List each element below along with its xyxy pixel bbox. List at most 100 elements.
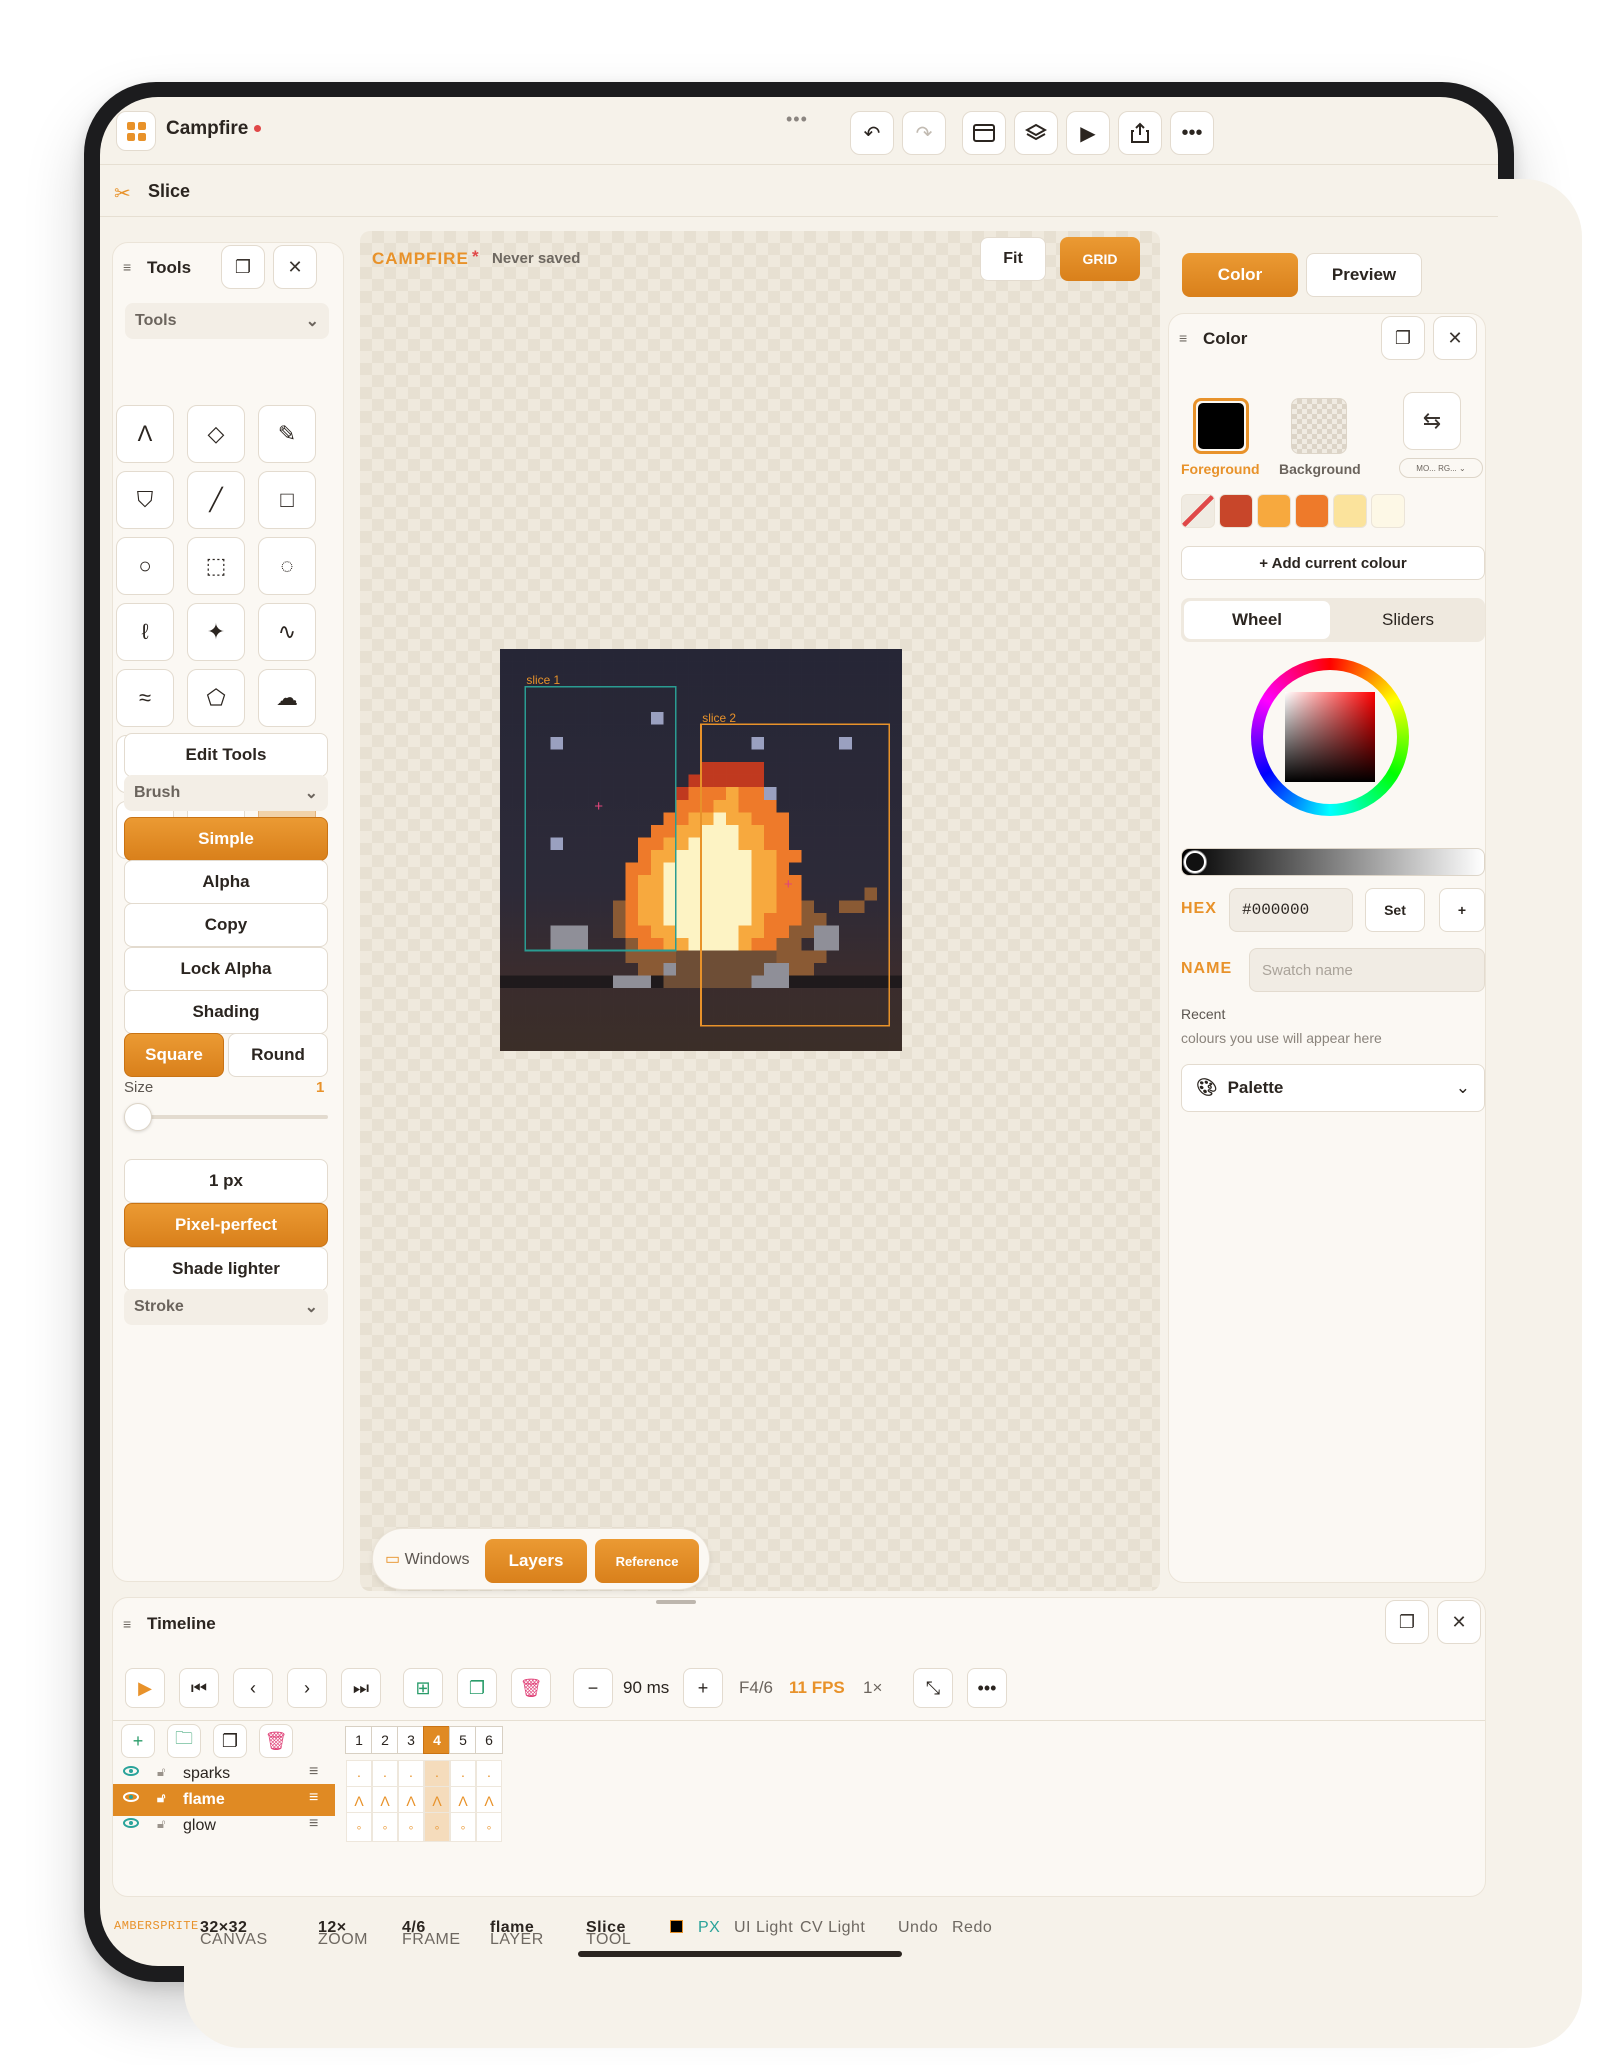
cloud-tool[interactable]: ☁ bbox=[258, 669, 316, 727]
frame-header-4[interactable]: 4 bbox=[423, 1726, 451, 1754]
value-slider-thumb[interactable] bbox=[1184, 851, 1206, 873]
drag-handle-icon[interactable]: ≡ bbox=[1179, 330, 1187, 346]
rectangle-tool[interactable]: □ bbox=[258, 471, 316, 529]
swatch-3[interactable] bbox=[1295, 494, 1329, 528]
saturation-value-square[interactable] bbox=[1285, 692, 1375, 782]
sprite-canvas[interactable]: slice 1 slice 2 + + bbox=[500, 649, 902, 1051]
brush-mode-lock-alpha[interactable]: Lock Alpha bbox=[124, 947, 328, 991]
timeline-close-button[interactable]: ✕ bbox=[1437, 1600, 1481, 1644]
drag-handle-icon[interactable]: ≡ bbox=[123, 1616, 131, 1632]
frame-cell[interactable]: ◦ bbox=[372, 1812, 398, 1842]
next-frame-button[interactable]: › bbox=[287, 1668, 327, 1708]
color-detach-button[interactable]: ❐ bbox=[1381, 316, 1425, 360]
frame-cell[interactable]: ◦ bbox=[346, 1812, 372, 1842]
background-swatch[interactable] bbox=[1291, 398, 1347, 454]
brush-mode-shading[interactable]: Shading bbox=[124, 990, 328, 1034]
app-menu-button[interactable] bbox=[116, 111, 156, 151]
edit-tools-button[interactable]: Edit Tools bbox=[124, 733, 328, 777]
bucket-tool[interactable]: ⛉ bbox=[116, 471, 174, 529]
layer-options-icon[interactable]: ≡ bbox=[309, 1763, 318, 1781]
foreground-swatch[interactable] bbox=[1193, 398, 1249, 454]
swatch-name-input[interactable]: Swatch name bbox=[1249, 948, 1485, 992]
delete-layer-button[interactable]: 🗑︎ bbox=[259, 1724, 293, 1758]
frame-header-1[interactable]: 1 bbox=[345, 1726, 373, 1754]
canvas-area[interactable]: CAMPFIRE * Never saved Fit GRID slice 1 … bbox=[360, 231, 1160, 1591]
canvas-light-toggle[interactable]: CV Light bbox=[800, 1919, 865, 1937]
eye-icon[interactable] bbox=[123, 1766, 139, 1776]
brush-section-header[interactable]: Brush ⌄ bbox=[124, 775, 328, 811]
size-slider-track[interactable] bbox=[124, 1115, 328, 1119]
frame-header-6[interactable]: 6 bbox=[475, 1726, 503, 1754]
stroke-section-header[interactable]: Stroke ⌄ bbox=[124, 1289, 328, 1325]
delete-frame-button[interactable]: 🗑︎ bbox=[511, 1668, 551, 1708]
grid-toggle[interactable]: GRID bbox=[1060, 237, 1140, 281]
eraser-tool[interactable]: ◇ bbox=[187, 405, 245, 463]
rect-select-tool[interactable]: ⬚ bbox=[187, 537, 245, 595]
swatch-2[interactable] bbox=[1257, 494, 1291, 528]
swatch-4[interactable] bbox=[1333, 494, 1367, 528]
px-toggle[interactable]: PX bbox=[698, 1919, 720, 1937]
window-button[interactable] bbox=[962, 111, 1006, 155]
reference-window-button[interactable]: Reference bbox=[595, 1539, 699, 1583]
line-tool[interactable]: ╱ bbox=[187, 471, 245, 529]
ui-light-toggle[interactable]: UI Light bbox=[734, 1919, 793, 1937]
layer-options-icon[interactable]: ≡ bbox=[309, 1789, 318, 1807]
add-folder-button[interactable]: 🗀︎ bbox=[167, 1724, 201, 1758]
frame-cell[interactable]: ◦ bbox=[398, 1812, 424, 1842]
lasso-tool[interactable]: ℓ bbox=[116, 603, 174, 661]
frame-header-2[interactable]: 2 bbox=[371, 1726, 399, 1754]
brush-shape-round[interactable]: Round bbox=[228, 1033, 328, 1077]
undo-button[interactable]: ↶ bbox=[850, 111, 894, 155]
decrease-duration-button[interactable]: − bbox=[573, 1668, 613, 1708]
value-slider[interactable] bbox=[1181, 848, 1485, 876]
increase-duration-button[interactable]: + bbox=[683, 1668, 723, 1708]
drag-handle-icon[interactable]: ≡ bbox=[123, 259, 131, 275]
prev-frame-button[interactable]: ‹ bbox=[233, 1668, 273, 1708]
sliders-tab[interactable]: Sliders bbox=[1333, 601, 1483, 639]
brush-tool[interactable]: ≈ bbox=[116, 669, 174, 727]
swatch-5[interactable] bbox=[1371, 494, 1405, 528]
document-title[interactable]: Campfire bbox=[166, 118, 262, 140]
magic-wand-tool[interactable]: ✦ bbox=[187, 603, 245, 661]
add-frame-button[interactable]: ⊞ bbox=[403, 1668, 443, 1708]
redo-button[interactable]: ↷ bbox=[902, 111, 946, 155]
unlock-icon[interactable]: 🔓︎ bbox=[157, 1816, 165, 1832]
pen-tool[interactable]: Ʌ bbox=[116, 405, 174, 463]
ellipse-select-tool[interactable]: ◌ bbox=[258, 537, 316, 595]
size-slider-thumb[interactable] bbox=[124, 1103, 152, 1131]
color-close-button[interactable]: ✕ bbox=[1433, 316, 1477, 360]
ellipse-tool[interactable]: ○ bbox=[116, 537, 174, 595]
brush-shape-square[interactable]: Square bbox=[124, 1033, 224, 1077]
frame-cell[interactable]: ◦ bbox=[476, 1812, 502, 1842]
frame-header-5[interactable]: 5 bbox=[449, 1726, 477, 1754]
transparent-swatch[interactable] bbox=[1181, 494, 1215, 528]
timeline-resize-handle[interactable] bbox=[656, 1600, 696, 1604]
brush-mode-alpha[interactable]: Alpha bbox=[124, 860, 328, 904]
status-redo[interactable]: Redo bbox=[952, 1919, 992, 1937]
expand-timeline-button[interactable]: ⤡ bbox=[913, 1668, 953, 1708]
frame-cell[interactable]: ◦ bbox=[450, 1812, 476, 1842]
layer-row-glow[interactable]: 🔓︎ glow ≡ bbox=[113, 1810, 335, 1842]
timeline-more-button[interactable]: ••• bbox=[967, 1668, 1007, 1708]
windows-label[interactable]: ▭ Windows bbox=[385, 1549, 469, 1569]
layers-button[interactable] bbox=[1014, 111, 1058, 155]
add-layer-button[interactable]: + bbox=[121, 1724, 155, 1758]
hex-add-button[interactable]: + bbox=[1439, 888, 1485, 932]
play-preview-button[interactable]: ▶ bbox=[1066, 111, 1110, 155]
color-mode-select[interactable]: MO... RG... ⌄ bbox=[1399, 458, 1483, 478]
tab-color[interactable]: Color bbox=[1182, 253, 1298, 297]
window-grabber-icon[interactable]: ••• bbox=[786, 109, 808, 130]
duplicate-frame-button[interactable]: ❐ bbox=[457, 1668, 497, 1708]
swatch-1[interactable] bbox=[1219, 494, 1253, 528]
brush-mode-copy[interactable]: Copy bbox=[124, 903, 328, 947]
brush-mode-simple[interactable]: Simple bbox=[124, 817, 328, 861]
tab-preview[interactable]: Preview bbox=[1306, 253, 1422, 297]
smudge-tool[interactable]: ∿ bbox=[258, 603, 316, 661]
fit-button[interactable]: Fit bbox=[980, 237, 1046, 281]
eyedropper-tool[interactable]: ✎ bbox=[258, 405, 316, 463]
timeline-play-button[interactable]: ▶ bbox=[125, 1668, 165, 1708]
tools-detach-button[interactable]: ❐ bbox=[221, 245, 265, 289]
polygon-tool[interactable]: ⬠ bbox=[187, 669, 245, 727]
hex-set-button[interactable]: Set bbox=[1365, 888, 1425, 932]
duplicate-layer-button[interactable]: ❐ bbox=[213, 1724, 247, 1758]
